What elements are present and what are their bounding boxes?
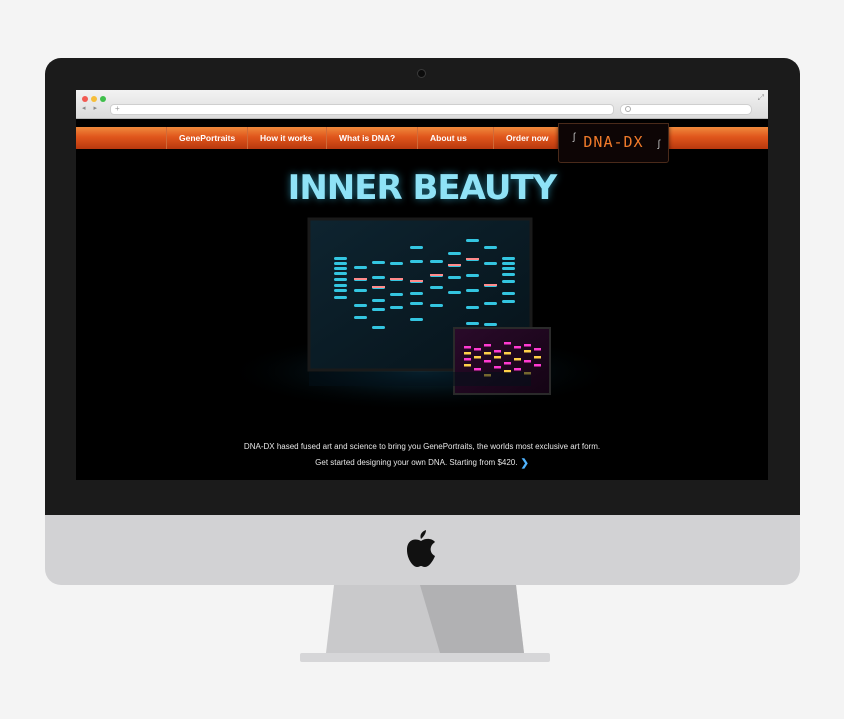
dna-band [514, 368, 521, 371]
dna-band-highlight [410, 280, 423, 282]
dna-band [334, 257, 347, 260]
dna-band [354, 266, 367, 269]
dna-band [372, 276, 385, 279]
dna-band [504, 352, 511, 355]
camera [417, 69, 426, 78]
cta-line[interactable]: Get started designing your own DNA. Star… [76, 457, 768, 470]
dna-band [448, 252, 461, 255]
dna-band-highlight [372, 286, 385, 288]
dna-band-highlight [466, 258, 479, 260]
dna-band [334, 284, 347, 287]
dna-band [334, 267, 347, 270]
dna-band [466, 289, 479, 292]
dna-band [502, 280, 515, 283]
dna-band [534, 348, 541, 351]
dna-band [334, 262, 347, 265]
dna-band [484, 246, 497, 249]
dna-band-highlight [484, 284, 497, 286]
dna-band [354, 316, 367, 319]
dna-band [390, 293, 403, 296]
dna-band [410, 260, 423, 263]
dna-band [514, 346, 521, 349]
dna-band-highlight [430, 274, 443, 276]
dna-band [502, 300, 515, 303]
dna-band [334, 278, 347, 281]
imac-stand [300, 585, 550, 662]
dna-band [464, 346, 471, 349]
dna-band [474, 348, 481, 351]
dna-band [466, 239, 479, 242]
chevron-right-icon[interactable]: ❯ [520, 458, 528, 470]
dna-band [504, 342, 511, 345]
dna-band [534, 364, 541, 367]
dna-band [514, 358, 521, 361]
dna-band [390, 306, 403, 309]
dna-band [484, 344, 491, 347]
cta-text[interactable]: Get started designing your own DNA. Star… [315, 458, 517, 467]
dna-band [484, 262, 497, 265]
dna-band [334, 296, 347, 299]
dna-band [466, 322, 479, 325]
dna-band [524, 350, 531, 353]
dna-band [448, 291, 461, 294]
dna-band [474, 356, 481, 359]
dna-band [502, 262, 515, 265]
dna-band [410, 318, 423, 321]
dna-band [534, 356, 541, 359]
dna-band [448, 276, 461, 279]
dna-band [464, 352, 471, 355]
dna-band [354, 304, 367, 307]
dna-band [354, 289, 367, 292]
dna-band [484, 360, 491, 363]
dna-band [464, 364, 471, 367]
dna-band [494, 350, 501, 353]
dna-band [502, 292, 515, 295]
dna-band [524, 344, 531, 347]
dna-band [474, 368, 481, 371]
dna-band [524, 360, 531, 363]
dna-band [430, 260, 443, 263]
apple-icon [407, 530, 435, 567]
screen: ◂ ▸ + ⤢ GenePortraits How it works What … [76, 90, 768, 480]
gene-portrait-art [222, 217, 622, 412]
tagline: DNA-DX hased fused art and science to br… [243, 442, 601, 451]
dna-band [502, 273, 515, 276]
dna-band-highlight [390, 278, 403, 280]
dna-band [410, 246, 423, 249]
dna-band [484, 323, 497, 326]
dna-band [494, 366, 501, 369]
dna-band [464, 358, 471, 361]
dna-band [410, 292, 423, 295]
dna-band [372, 299, 385, 302]
dna-band-highlight [448, 264, 461, 266]
dna-band [372, 326, 385, 329]
dna-band [372, 261, 385, 264]
dna-band [430, 304, 443, 307]
dna-band [466, 274, 479, 277]
dna-band [410, 302, 423, 305]
dna-band [466, 306, 479, 309]
dna-band [484, 352, 491, 355]
dna-band [334, 272, 347, 275]
dna-band [430, 286, 443, 289]
dna-band [494, 356, 501, 359]
dna-band-highlight [354, 278, 367, 280]
dna-band [484, 302, 497, 305]
dna-band [502, 257, 515, 260]
dna-band [372, 308, 385, 311]
dna-band [334, 289, 347, 292]
dna-band [504, 362, 511, 365]
dna-band [390, 262, 403, 265]
dna-band [502, 267, 515, 270]
